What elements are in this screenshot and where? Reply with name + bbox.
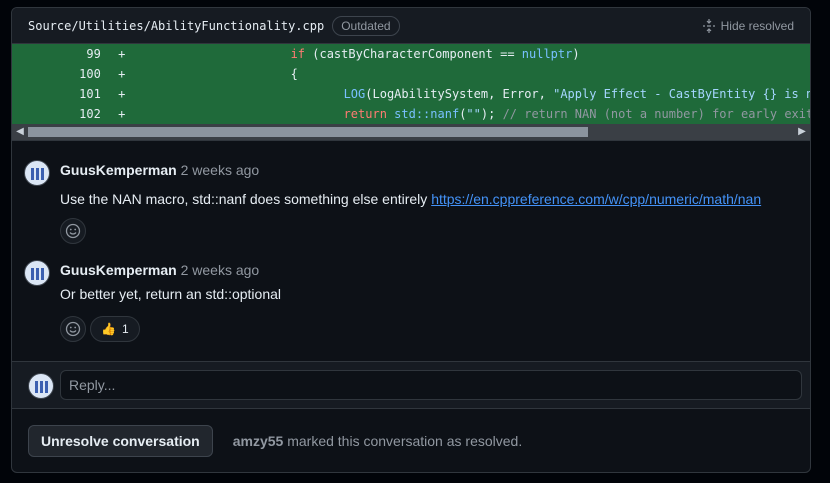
code-text: { xyxy=(133,67,810,81)
diff-hunk: 99 + if (castByCharacterComponent == nul… xyxy=(12,44,810,124)
avatar[interactable] xyxy=(24,160,50,186)
unresolve-conversation-button[interactable]: Unresolve conversation xyxy=(28,425,213,457)
reply-input[interactable]: Reply... xyxy=(60,370,802,400)
reaction-count: 1 xyxy=(121,322,129,336)
add-reaction-button[interactable] xyxy=(60,218,86,244)
code-text: LOG(LogAbilitySystem, Error, "Apply Effe… xyxy=(133,87,810,101)
thumbs-up-reaction-button[interactable]: 👍 1 xyxy=(90,316,140,342)
resolution-text: marked this conversation as resolved. xyxy=(283,433,523,449)
code-keyword: return xyxy=(343,107,387,121)
diff-line: 100 + { xyxy=(12,64,810,84)
comment-text: Use the NAN macro, std::nanf does someth… xyxy=(60,191,432,207)
resolution-note: amzy55 marked this conversation as resol… xyxy=(233,433,522,449)
scroll-right-icon[interactable]: ▶ xyxy=(794,124,810,140)
hide-resolved-label: Hide resolved xyxy=(720,18,794,33)
comment: GuusKemperman 2 weeks ago ••• Use the NA… xyxy=(12,158,810,248)
code-string: "Apply Effect - CastByEntity {} is not a… xyxy=(553,87,810,101)
review-thread: Source/Utilities/AbilityFunctionality.cp… xyxy=(11,7,811,473)
comment-text: Or better yet, return an std::optional xyxy=(60,286,282,302)
comment-body: Or better yet, return an std::optional xyxy=(60,286,810,302)
smiley-icon xyxy=(65,223,81,239)
code-function: LOG xyxy=(343,87,366,101)
diff-line: 99 + if (castByCharacterComponent == nul… xyxy=(12,44,810,64)
code-token: { xyxy=(290,67,298,81)
outdated-badge: Outdated xyxy=(332,15,400,36)
fold-icon xyxy=(702,18,715,33)
avatar[interactable] xyxy=(24,260,50,286)
comment-timestamp[interactable]: 2 weeks ago xyxy=(181,162,260,178)
resolution-row: Unresolve conversation amzy55 marked thi… xyxy=(28,425,522,457)
comment-timestamp[interactable]: 2 weeks ago xyxy=(181,262,260,278)
code-text: if (castByCharacterComponent == nullptr) xyxy=(133,47,810,61)
code-token: (LogAbilitySystem, Error, xyxy=(365,87,554,101)
thumbs-up-icon: 👍 xyxy=(101,322,116,336)
horizontal-scrollbar[interactable]: ◀ ▶ xyxy=(12,124,810,141)
smiley-icon xyxy=(65,321,81,337)
scroll-left-icon[interactable]: ◀ xyxy=(12,124,28,140)
code-comment: // return NAN (not a number) for early e… xyxy=(502,107,810,121)
avatar xyxy=(28,373,54,399)
code-text: return std::nanf(""); // return NAN (not… xyxy=(133,107,810,121)
comment-body: Use the NAN macro, std::nanf does someth… xyxy=(60,191,810,207)
code-string: "" xyxy=(466,107,481,121)
comment-author[interactable]: GuusKemperman xyxy=(60,262,177,278)
reply-bar: Reply... xyxy=(12,361,810,409)
line-number[interactable]: 100 xyxy=(12,67,101,81)
add-reaction-button[interactable] xyxy=(60,316,86,342)
line-number[interactable]: 101 xyxy=(12,87,101,101)
code-token: ) xyxy=(572,47,580,61)
diff-sign: + xyxy=(118,67,126,81)
code-keyword: if xyxy=(290,47,306,61)
diff-sign: + xyxy=(118,87,126,101)
code-token: (castByCharacterComponent == xyxy=(305,47,522,61)
diff-line: 101 + LOG(LogAbilitySystem, Error, "Appl… xyxy=(12,84,810,104)
file-path-link[interactable]: Source/Utilities/AbilityFunctionality.cp… xyxy=(28,19,324,33)
comment-link[interactable]: https://en.cppreference.com/w/cpp/numeri… xyxy=(431,191,761,207)
resolver-username[interactable]: amzy55 xyxy=(233,433,284,449)
line-number[interactable]: 99 xyxy=(12,47,100,61)
code-literal: nullptr xyxy=(521,47,573,61)
comment-author[interactable]: GuusKemperman xyxy=(60,162,177,178)
code-token: ); xyxy=(480,107,503,121)
code-function: std::nanf xyxy=(386,107,460,121)
diff-sign: + xyxy=(118,107,126,121)
file-header: Source/Utilities/AbilityFunctionality.cp… xyxy=(12,8,810,44)
diff-sign: + xyxy=(118,47,126,61)
comment: GuusKemperman 2 weeks ago ••• Or better … xyxy=(12,258,810,353)
line-number[interactable]: 102 xyxy=(12,107,101,121)
diff-line: 102 + return std::nanf(""); // return NA… xyxy=(12,104,810,124)
scrollbar-thumb[interactable] xyxy=(28,127,588,137)
hide-resolved-button[interactable]: Hide resolved xyxy=(702,18,794,33)
